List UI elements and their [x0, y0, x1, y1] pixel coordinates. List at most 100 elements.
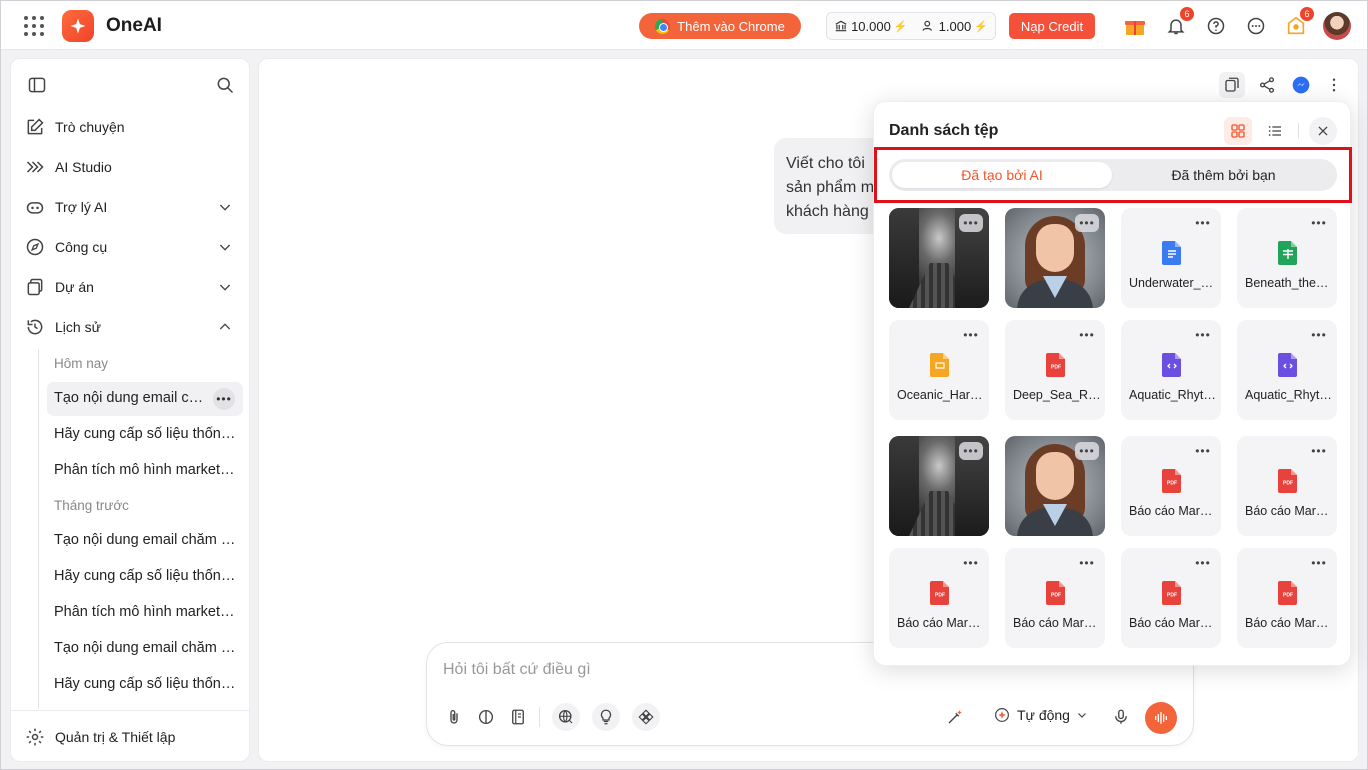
tools-grid-icon[interactable] [632, 703, 660, 731]
sidebar-item-tools[interactable]: Công cụ [25, 237, 237, 257]
history-item[interactable]: Hãy cung cấp số liệu thống kê [54, 426, 236, 442]
file-source-tabs: Đã tạo bởi AI Đã thêm bởi bạn [889, 159, 1337, 191]
users-icon [922, 20, 932, 31]
notebook-icon[interactable] [504, 703, 532, 731]
file-name: Aquatic_Rhythm [1129, 388, 1217, 402]
studio-icon [26, 161, 44, 173]
file-options-icon[interactable]: ••• [1191, 442, 1215, 460]
file-tile-image[interactable]: ••• [889, 208, 989, 308]
history-item[interactable]: Tạo nội dung email chăm sóc khách hàng [54, 640, 236, 656]
file-options-icon[interactable]: ••• [959, 554, 983, 572]
files-toggle-icon[interactable] [1219, 72, 1245, 98]
brand-name: OneAI [106, 15, 162, 36]
more-icon[interactable] [1244, 14, 1268, 38]
file-options-icon[interactable]: ••• [959, 442, 983, 460]
file-options-icon[interactable]: ••• [959, 214, 983, 232]
file-tile[interactable]: Oceanic_Harmony ••• [889, 320, 989, 420]
collapse-sidebar-icon[interactable] [27, 75, 47, 100]
chevron-down-icon [1078, 713, 1086, 718]
file-options-icon[interactable]: ••• [1307, 554, 1331, 572]
grid-view-icon[interactable] [1224, 117, 1252, 145]
attach-icon[interactable] [440, 703, 468, 731]
file-tile[interactable]: Aquatic_Rhythm ••• [1121, 320, 1221, 420]
file-options-icon[interactable]: ••• [1075, 326, 1099, 344]
edit-icon [27, 118, 44, 135]
tab-ai-created[interactable]: Đã tạo bởi AI [892, 162, 1112, 188]
apps-grid-icon[interactable] [23, 15, 45, 37]
file-options-icon[interactable]: ••• [1191, 554, 1215, 572]
messenger-icon[interactable] [1288, 72, 1314, 98]
file-tile[interactable]: PDF Báo cáo Marketing ••• [889, 548, 989, 648]
history-item-options-icon[interactable]: ••• [213, 388, 235, 410]
gear-icon [26, 728, 44, 746]
more-vertical-icon[interactable] [1321, 72, 1347, 98]
voice-send-button[interactable] [1145, 702, 1177, 734]
file-options-icon[interactable]: ••• [1191, 214, 1215, 232]
add-to-chrome-button[interactable]: Thêm vào Chrome [639, 13, 801, 39]
file-tile-image[interactable]: ••• [1005, 436, 1105, 536]
tab-user-added[interactable]: Đã thêm bởi bạn [1113, 162, 1334, 188]
share-icon[interactable] [1254, 72, 1280, 98]
sidebar-item-history[interactable]: Lịch sử [25, 317, 237, 337]
file-options-icon[interactable]: ••• [1307, 326, 1331, 344]
model-mode-select[interactable]: Tự động [993, 706, 1088, 724]
split-view-icon[interactable] [472, 703, 500, 731]
code-file-icon [1161, 352, 1183, 383]
help-icon[interactable] [1204, 14, 1228, 38]
svg-text:PDF: PDF [1283, 593, 1293, 599]
sidebar-item-label: AI Studio [55, 159, 112, 175]
file-options-icon[interactable]: ••• [1307, 442, 1331, 460]
sheet-file-icon [1277, 240, 1299, 271]
pdf-file-icon: PDF [1277, 468, 1299, 499]
history-item[interactable]: Tạo nội dung email chăm sóc khách hàng [54, 532, 236, 548]
reward-icon[interactable]: 6 [1284, 7, 1314, 38]
file-tile[interactable]: PDF Báo cáo Marketing ••• [1121, 548, 1221, 648]
file-tile[interactable]: Underwater_Harmony ••• [1121, 208, 1221, 308]
file-tile[interactable]: Beneath_the_Waves ••• [1237, 208, 1337, 308]
file-name: Báo cáo Marketing [1245, 504, 1333, 518]
topup-credit-button[interactable]: Nạp Credit [1009, 13, 1095, 39]
history-item[interactable]: Hãy cung cấp số liệu thống kê [54, 676, 236, 692]
search-icon[interactable] [215, 75, 235, 100]
file-list-panel: Danh sách tệp Đã tạo bởi AI Đã thêm bởi … [873, 101, 1352, 666]
web-search-icon[interactable] [552, 703, 580, 731]
history-item[interactable]: Hãy cung cấp số liệu thống kê [54, 568, 236, 584]
oneai-logo-icon [62, 10, 94, 42]
sidebar-item-ai-studio[interactable]: AI Studio [25, 157, 237, 177]
file-tile[interactable]: PDF Deep_Sea_Report ••• [1005, 320, 1105, 420]
file-tile[interactable]: PDF Báo cáo Marketing ••• [1237, 548, 1337, 648]
credit-balance[interactable]: 10.000 ⚡ 1.000 ⚡ [826, 12, 996, 40]
file-tile-image[interactable]: ••• [1005, 208, 1105, 308]
admin-settings-link[interactable]: Quản trị & Thiết lập [25, 727, 237, 747]
sidebar-item-chat[interactable]: Trò chuyện [25, 117, 237, 137]
file-options-icon[interactable]: ••• [1075, 554, 1099, 572]
file-tile[interactable]: PDF Báo cáo Marketing ••• [1237, 436, 1337, 536]
gift-icon[interactable] [1123, 14, 1147, 38]
sidebar: Trò chuyện AI Studio Trợ lý AI Công cụ D… [10, 58, 250, 762]
magic-wand-icon[interactable] [941, 703, 969, 731]
file-options-icon[interactable]: ••• [959, 326, 983, 344]
list-view-icon[interactable] [1261, 117, 1289, 145]
history-item[interactable]: Phân tích mô hình marketing [54, 462, 236, 478]
credit-a: 10.000 ⚡ [834, 19, 908, 34]
microphone-icon[interactable] [1107, 703, 1135, 731]
user-avatar[interactable] [1323, 12, 1351, 40]
file-tile[interactable]: PDF Báo cáo Marketing ••• [1121, 436, 1221, 536]
sidebar-item-projects[interactable]: Dự án [25, 277, 237, 297]
file-tile[interactable]: Aquatic_Rhythm ••• [1237, 320, 1337, 420]
file-options-icon[interactable]: ••• [1307, 214, 1331, 232]
file-options-icon[interactable]: ••• [1075, 442, 1099, 460]
close-icon[interactable] [1309, 117, 1337, 145]
file-options-icon[interactable]: ••• [1075, 214, 1099, 232]
notification-badge: 6 [1180, 7, 1194, 21]
history-item[interactable]: Tạo nội dung email chăm sóc khách hàng [54, 390, 204, 406]
file-tile[interactable]: PDF Báo cáo Marketing ••• [1005, 548, 1105, 648]
lightbulb-icon[interactable] [592, 703, 620, 731]
bell-icon[interactable]: 6 [1164, 7, 1194, 38]
history-item[interactable]: Phân tích mô hình marketing [54, 604, 236, 620]
file-options-icon[interactable]: ••• [1191, 326, 1215, 344]
chat-input[interactable]: Hỏi tôi bất cứ điều gì [443, 661, 591, 679]
sidebar-item-ai-assistant[interactable]: Trợ lý AI [25, 197, 237, 217]
file-tile-image[interactable]: ••• [889, 436, 989, 536]
doc-file-icon [1161, 240, 1183, 271]
